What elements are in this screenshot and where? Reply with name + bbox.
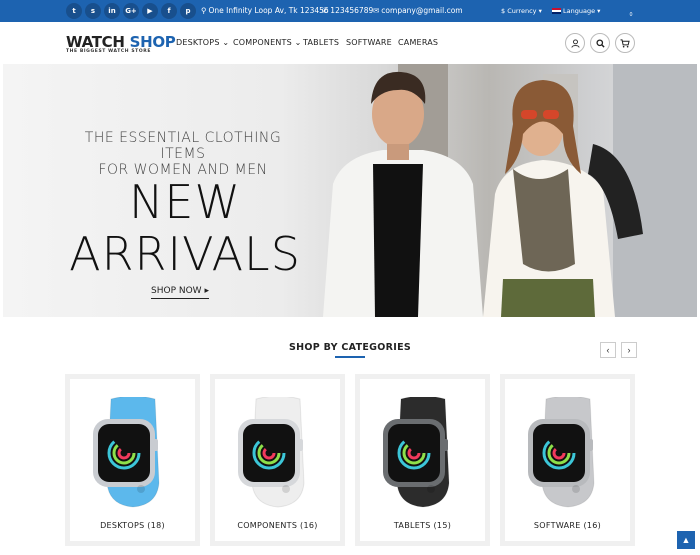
chevron-right-icon: › <box>627 345 631 355</box>
category-card-inner: SOFTWARE (16) <box>505 379 630 541</box>
language-dropdown[interactable]: Language ▾ <box>552 7 600 15</box>
nav-cameras[interactable]: CAMERAS <box>398 38 438 47</box>
flag-icon <box>552 8 561 14</box>
nav-tablets[interactable]: TABLETS <box>303 38 339 47</box>
hero-title: NEW ARRIVALS <box>65 176 305 280</box>
nav-label: SOFTWARE <box>346 38 392 47</box>
google-plus-icon[interactable]: G+ <box>123 3 139 19</box>
currency-dropdown[interactable]: $ Currency ▾ <box>501 7 542 15</box>
hero-title-line2: ARRIVALS <box>69 227 301 281</box>
watch-image <box>238 397 305 508</box>
category-card-tablets[interactable]: TABLETS (15) <box>355 374 490 546</box>
scroll-to-top-button[interactable]: ▲ <box>677 531 695 549</box>
nav-label: CAMERAS <box>398 38 439 47</box>
nav-components[interactable]: COMPONENTS ⌄ <box>233 38 302 47</box>
envelope-icon: ✉ <box>373 6 380 15</box>
watch-image <box>383 397 450 508</box>
hero-banner: THE ESSENTIAL CLOTHING ITEMS FOR WOMEN A… <box>3 64 697 317</box>
nav-label: COMPONENTS <box>233 38 292 47</box>
categories-heading: SHOP BY CATEGORIES <box>288 342 412 353</box>
twitter-icon[interactable]: t <box>66 3 82 19</box>
language-label: Language <box>563 7 596 15</box>
chevron-down-icon: ⌄ <box>294 38 302 47</box>
category-card-desktops[interactable]: DESKTOPS (18) <box>65 374 200 546</box>
category-card-inner: COMPONENTS (16) <box>215 379 340 541</box>
facebook-icon[interactable]: f <box>161 3 177 19</box>
watch-image <box>528 397 595 508</box>
map-marker-icon: ⚲ <box>201 6 207 15</box>
email-text: company@gmail.com <box>381 6 463 15</box>
nav-desktops[interactable]: DESKTOPS ⌄ <box>176 38 229 47</box>
caret-down-icon: ▾ <box>597 7 601 15</box>
phone-info: ✆ 123456789 <box>322 6 373 15</box>
chevron-down-icon: ⌄ <box>222 38 230 47</box>
category-label: SOFTWARE (16) <box>533 521 602 530</box>
address-text: One Infinity Loop Av, Tk 123456 <box>208 6 329 15</box>
nav-label: TABLETS <box>303 38 340 47</box>
logo-tagline: THE BIGGEST WATCH STORE <box>66 49 151 54</box>
hero-title-line1: NEW <box>129 175 241 229</box>
nav-label: DESKTOPS <box>176 38 220 47</box>
currency-label: Currency <box>507 7 537 15</box>
top-bar: t s in G+ ▶ f p ⚲ One Infinity Loop Av, T… <box>0 0 700 22</box>
pinterest-icon[interactable]: p <box>180 3 196 19</box>
shop-now-link[interactable]: SHOP NOW ▸ <box>151 286 209 299</box>
cart-icon <box>620 38 630 48</box>
category-label: DESKTOPS (18) <box>100 521 165 530</box>
cart-button[interactable] <box>615 33 635 53</box>
phone-icon: ✆ <box>322 6 329 15</box>
heading-underline <box>335 356 365 358</box>
user-icon <box>570 38 580 48</box>
skype-icon[interactable]: s <box>85 3 101 19</box>
caret-down-icon: ▾ <box>538 7 542 15</box>
category-card-inner: TABLETS (15) <box>360 379 485 541</box>
cart-count-badge: 0 <box>627 11 635 19</box>
linkedin-icon[interactable]: in <box>104 3 120 19</box>
main-header: WATCH SHOP THE BIGGEST WATCH STORE DESKT… <box>0 22 700 64</box>
category-card-inner: DESKTOPS (18) <box>70 379 195 541</box>
account-button[interactable] <box>565 33 585 53</box>
carousel-prev-button[interactable]: ‹ <box>600 342 616 358</box>
shop-now-label: SHOP NOW <box>151 286 202 296</box>
email-info[interactable]: ✉ company@gmail.com <box>373 6 463 15</box>
category-card-software[interactable]: SOFTWARE (16) <box>500 374 635 546</box>
youtube-icon[interactable]: ▶ <box>142 3 158 19</box>
nav-software[interactable]: SOFTWARE <box>346 38 392 47</box>
category-label: COMPONENTS (16) <box>237 521 318 530</box>
dollar-icon: $ <box>501 7 506 15</box>
caret-right-icon: ▸ <box>204 286 209 296</box>
phone-text: 123456789 <box>330 6 374 15</box>
hero-subtitle-line1: THE ESSENTIAL CLOTHING ITEMS <box>84 130 282 162</box>
hero-subtitle: THE ESSENTIAL CLOTHING ITEMS FOR WOMEN A… <box>63 130 303 178</box>
carousel-next-button[interactable]: › <box>621 342 637 358</box>
search-icon <box>595 38 605 48</box>
watch-image <box>93 397 160 508</box>
search-button[interactable] <box>590 33 610 53</box>
category-card-components[interactable]: COMPONENTS (16) <box>210 374 345 546</box>
address-info: ⚲ One Infinity Loop Av, Tk 123456 <box>201 6 329 15</box>
chevron-left-icon: ‹ <box>606 345 610 355</box>
category-label: TABLETS (15) <box>393 521 452 530</box>
chevron-up-icon: ▲ <box>681 535 691 545</box>
